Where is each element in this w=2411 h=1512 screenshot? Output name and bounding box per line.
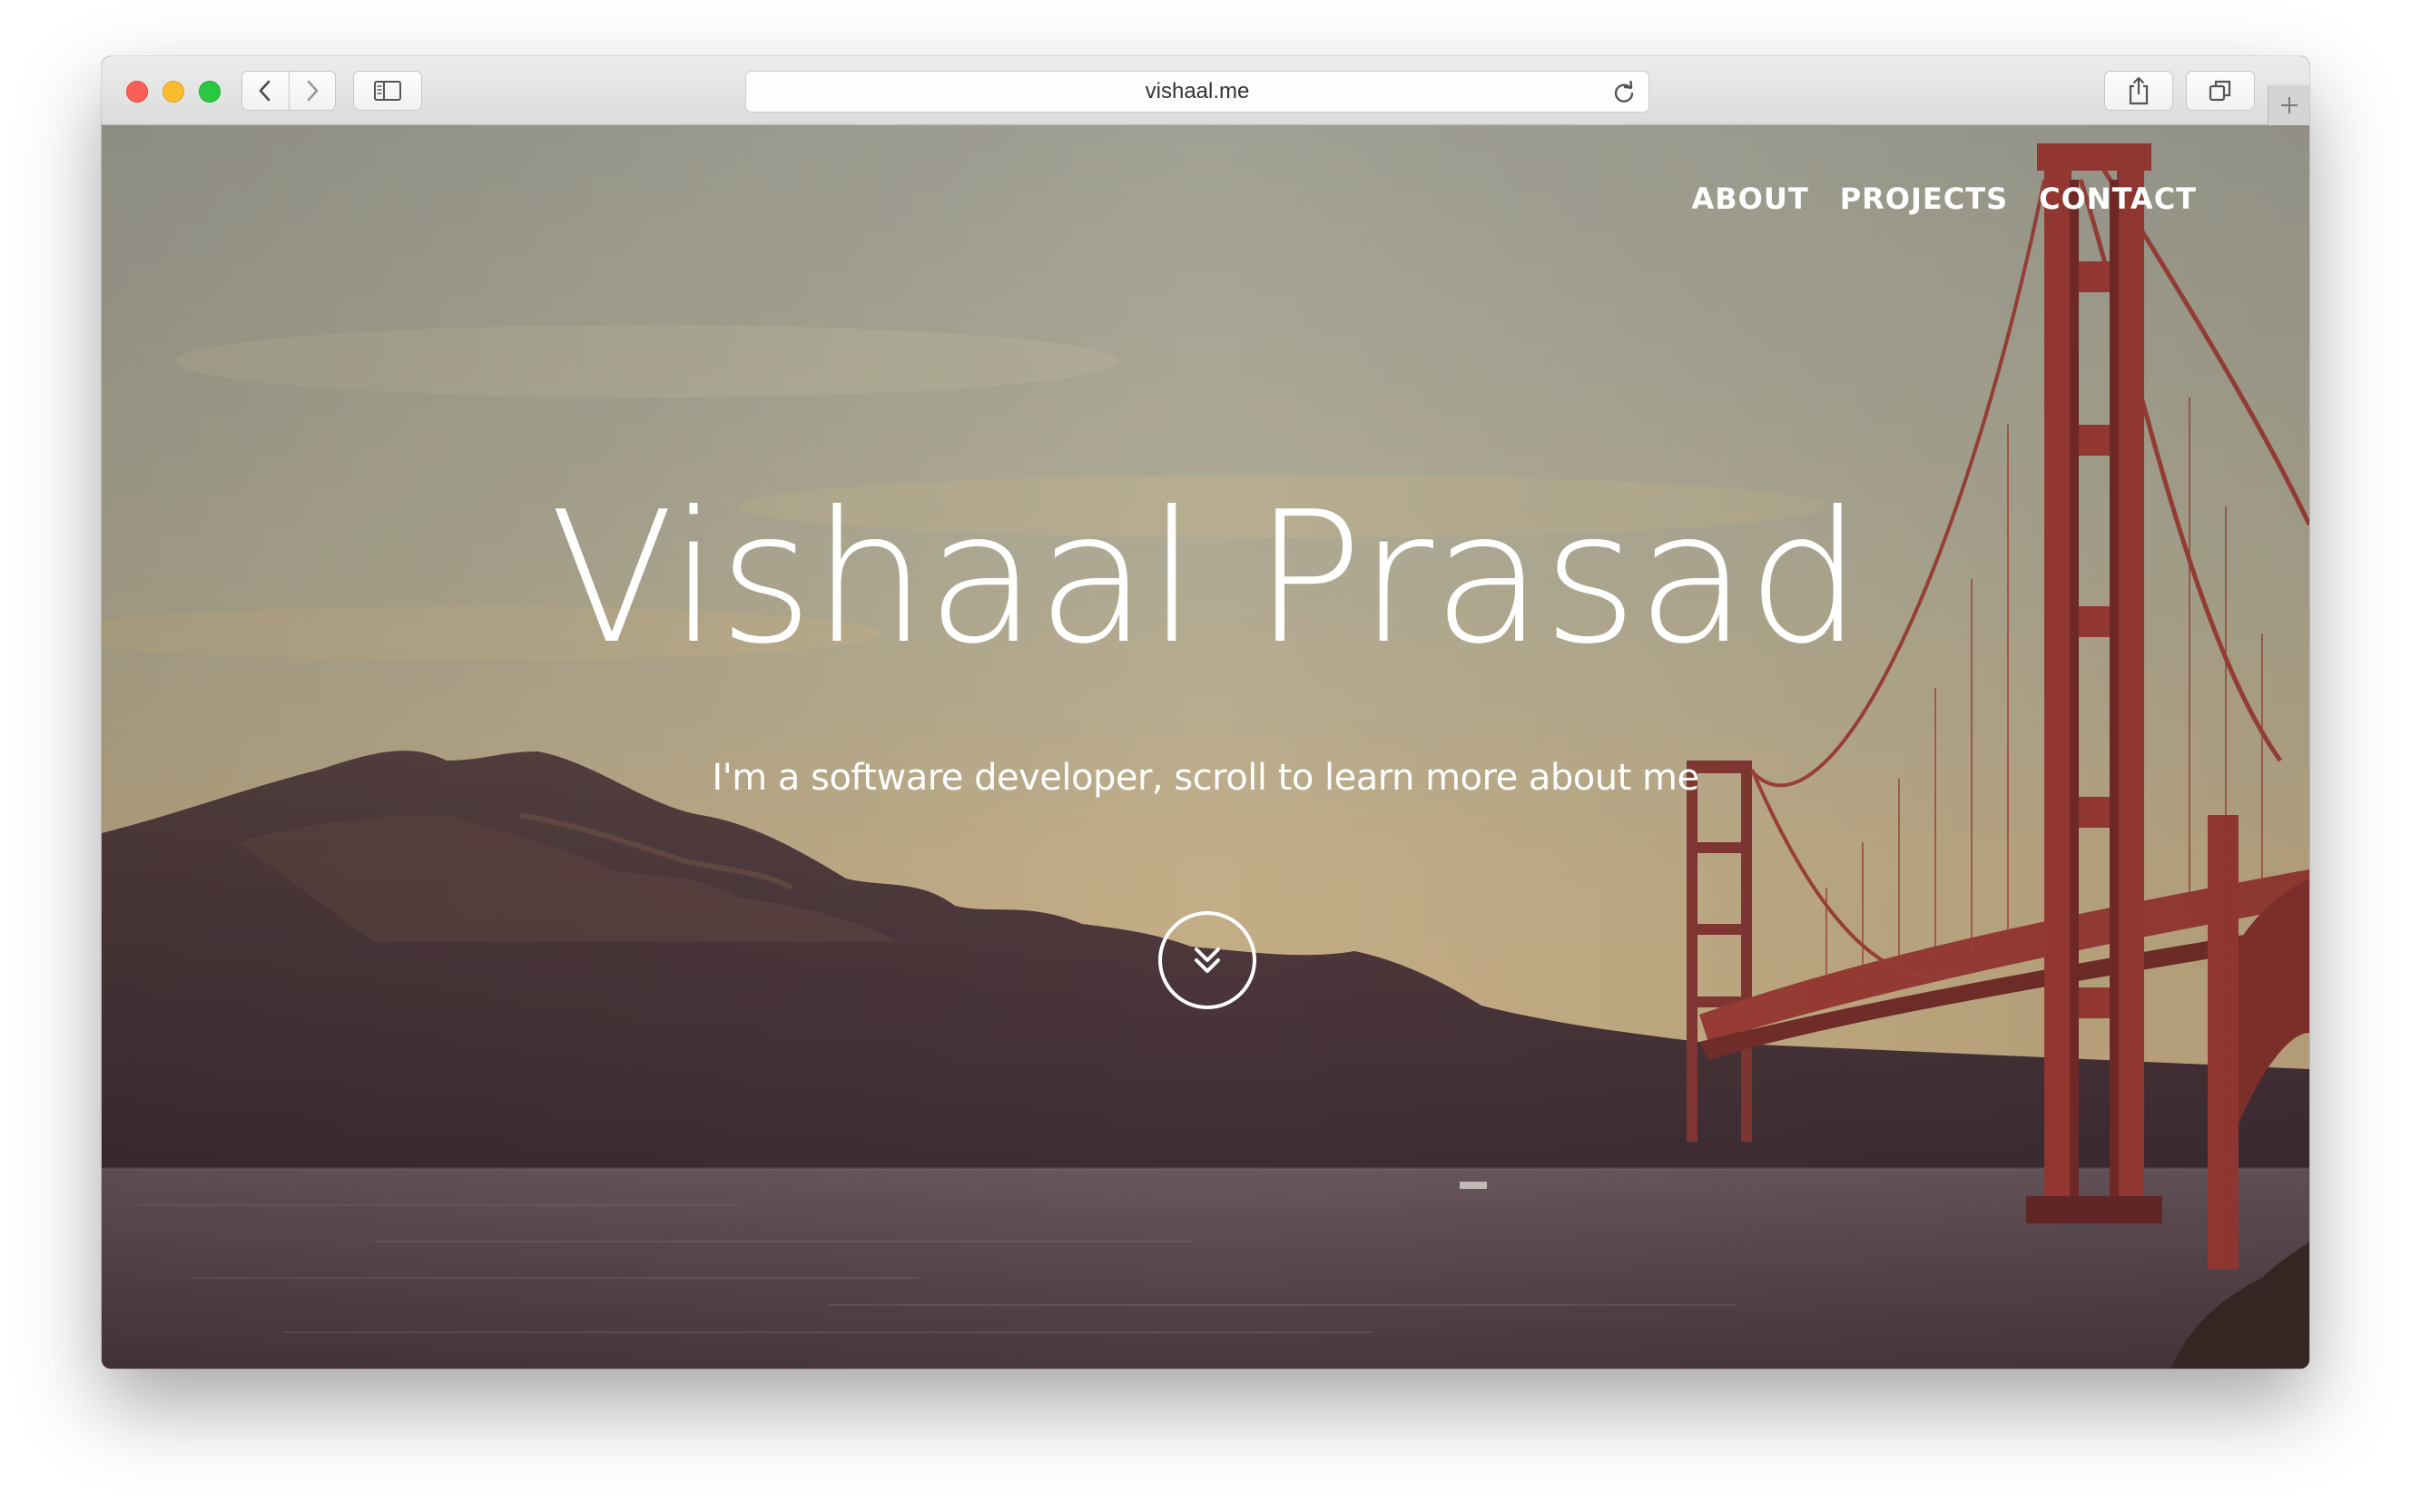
tab-overview-button[interactable]: [2186, 71, 2255, 111]
url-text: vishaal.me: [1145, 79, 1250, 103]
close-window-button[interactable]: [126, 81, 148, 103]
tabs-icon: [2209, 80, 2231, 102]
nav-link-about[interactable]: ABOUT: [1692, 182, 1809, 216]
browser-window: vishaal.me ABOUT PROJECTS CONTACT Vishaa…: [102, 56, 2309, 1369]
minimize-window-button[interactable]: [162, 81, 184, 103]
web-page: ABOUT PROJECTS CONTACT Vishaal Prasad I'…: [102, 125, 2309, 1369]
hero-subtitle: I'm a software developer, scroll to lear…: [712, 757, 1699, 799]
site-nav: ABOUT PROJECTS CONTACT: [1692, 182, 2197, 216]
maximize-window-button[interactable]: [199, 81, 221, 103]
plus-icon: [2280, 97, 2298, 113]
hero-background-image: [102, 125, 2309, 1369]
nav-link-projects[interactable]: PROJECTS: [1840, 182, 2008, 216]
double-chevron-down-icon: [1195, 947, 1220, 973]
new-tab-button[interactable]: [2268, 85, 2309, 125]
nav-link-contact[interactable]: CONTACT: [2039, 182, 2197, 216]
share-icon: [2129, 76, 2149, 105]
hero-title: Vishaal Prasad: [549, 473, 1863, 684]
share-button[interactable]: [2104, 71, 2173, 111]
reload-icon[interactable]: [1612, 81, 1636, 104]
chevron-right-icon: [307, 80, 319, 102]
scroll-down-button[interactable]: [1158, 911, 1256, 1009]
sidebar-button[interactable]: [353, 71, 422, 111]
address-bar[interactable]: vishaal.me: [745, 71, 1649, 113]
nav-button-group: [241, 71, 336, 111]
chevron-left-icon: [259, 80, 271, 102]
sidebar-icon: [374, 81, 401, 101]
back-button[interactable]: [242, 72, 289, 110]
forward-button[interactable]: [288, 72, 336, 110]
browser-toolbar: vishaal.me: [102, 56, 2309, 125]
